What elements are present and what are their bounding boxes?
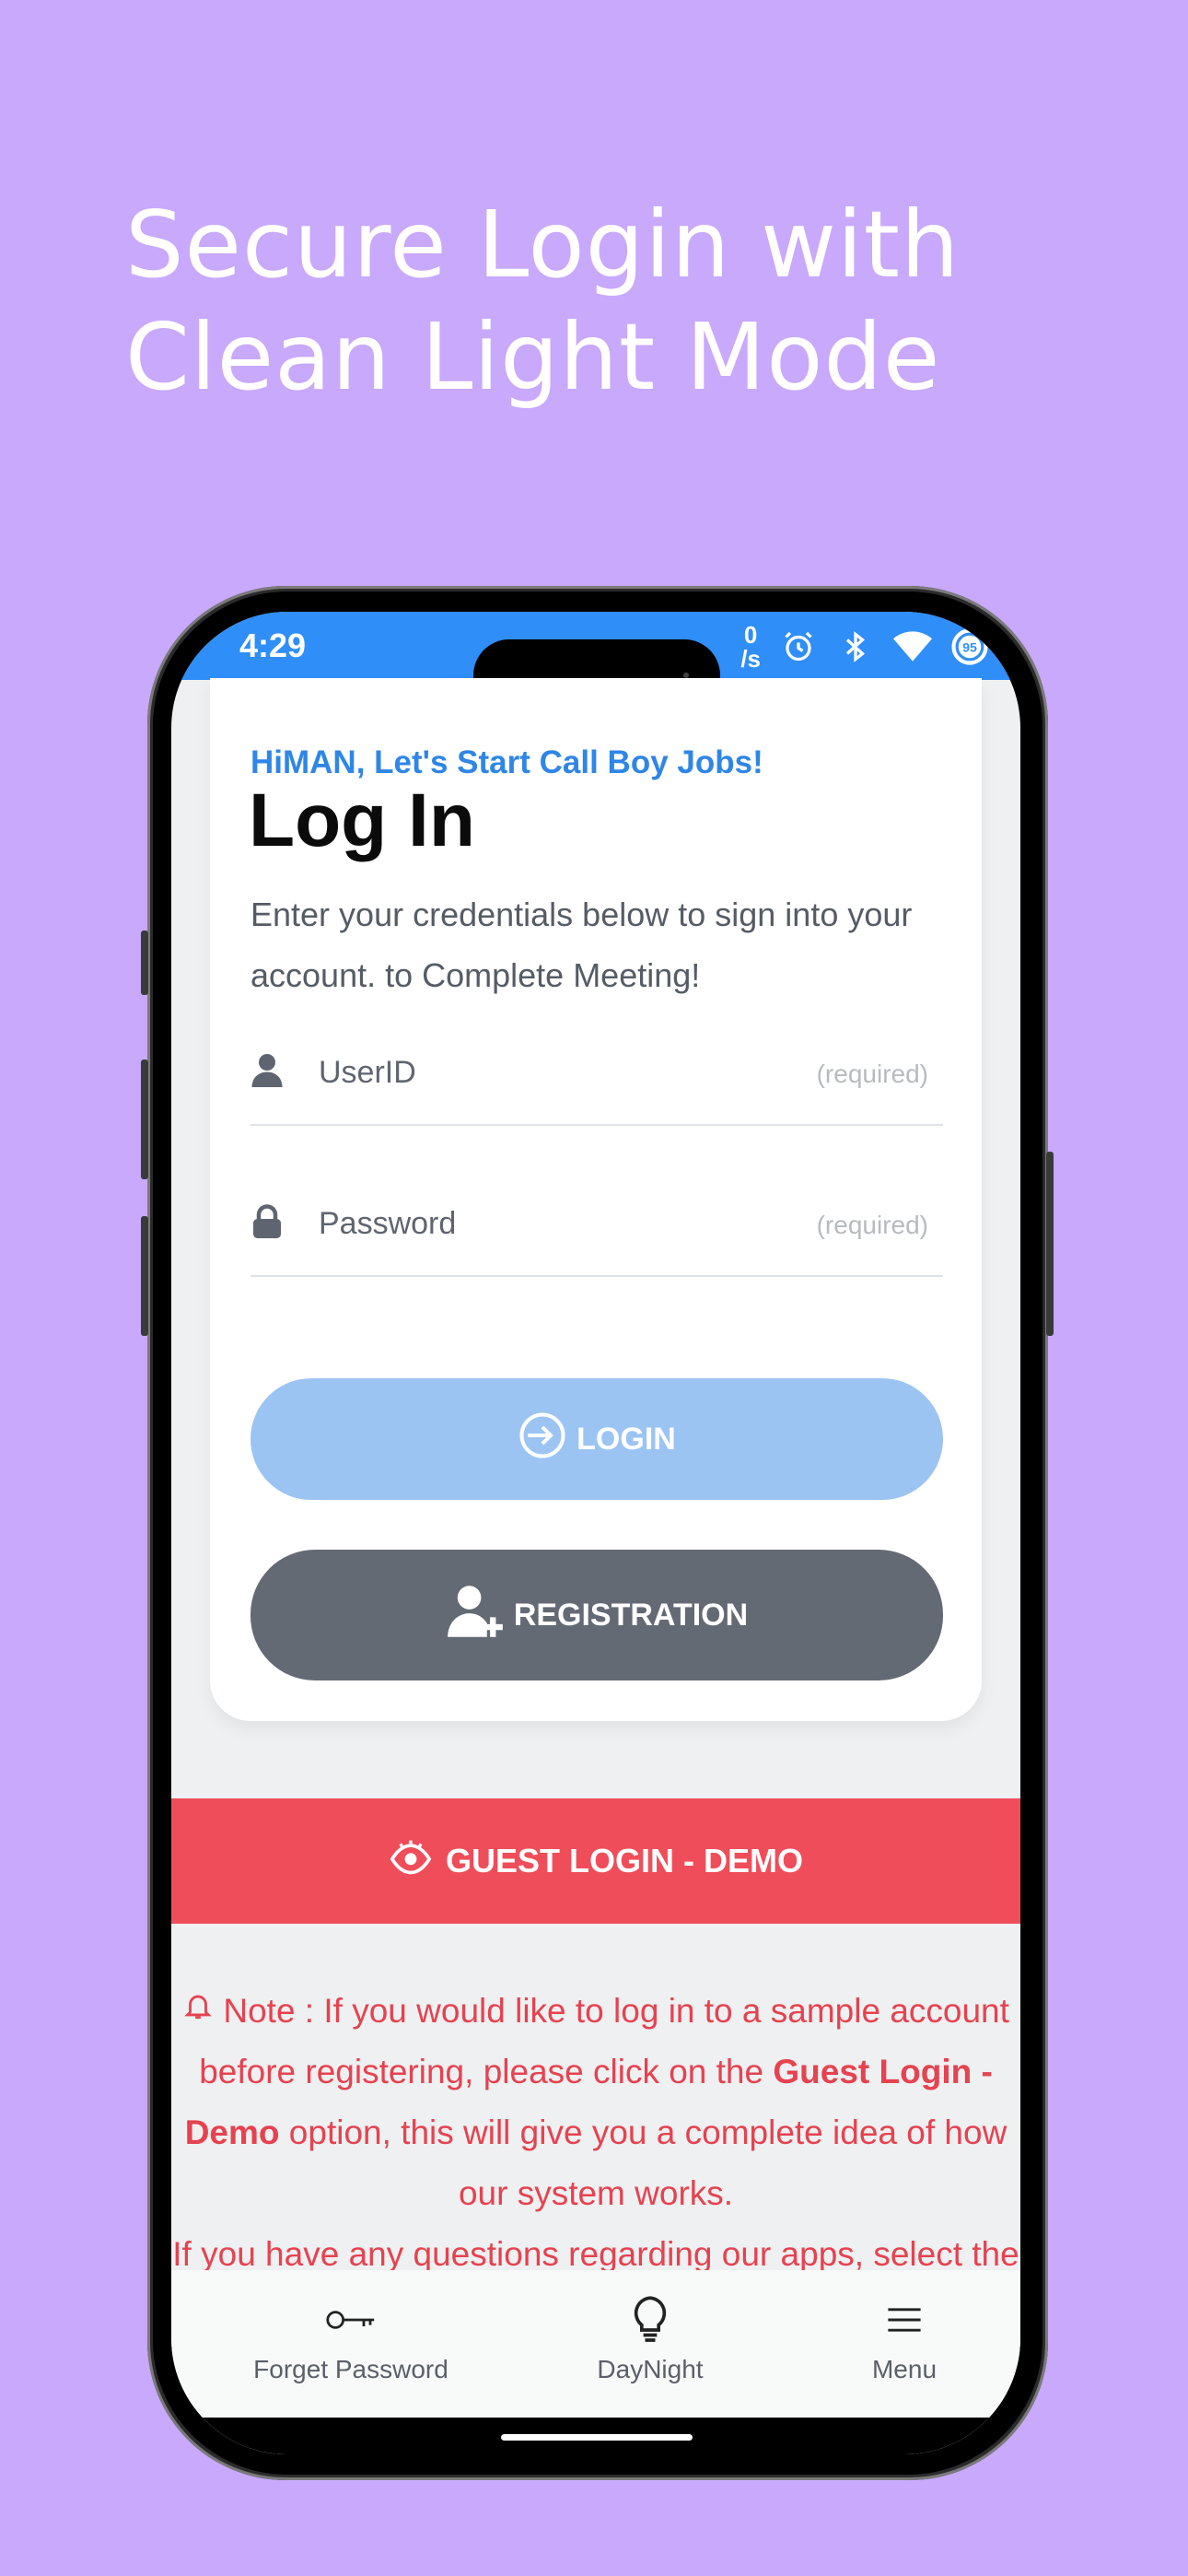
login-card: HiMAN, Let's Start Call Boy Jobs! Log In…	[210, 678, 982, 1721]
headline-line-2: Clean Light Mode	[125, 303, 941, 411]
eye-icon	[389, 1837, 433, 1886]
page-title: Log In	[249, 779, 475, 862]
lock-icon	[250, 1203, 284, 1240]
nav-menu[interactable]: Menu	[849, 2292, 960, 2384]
login-tagline: HiMAN, Let's Start Call Boy Jobs!	[250, 744, 763, 780]
password-input[interactable]	[317, 1196, 799, 1251]
home-indicator[interactable]	[501, 2434, 693, 2441]
add-user-icon	[446, 1583, 505, 1648]
userid-field[interactable]: (required)	[250, 1023, 943, 1126]
wifi-icon	[893, 627, 932, 666]
nav-label: Menu	[871, 2355, 938, 2383]
svg-text:95: 95	[962, 639, 977, 654]
note-suffix: option, this will give you a complete id…	[279, 2113, 1007, 2212]
phone-power-button	[1046, 1152, 1054, 1336]
phone-volume-up	[141, 1060, 148, 1179]
nav-daynight[interactable]: DayNight	[540, 2292, 761, 2384]
login-button-label: LOGIN	[577, 1421, 676, 1457]
password-required-hint: (required)	[816, 1211, 928, 1239]
network-speed: 0 /s	[740, 621, 761, 673]
phone-volume-down	[141, 1216, 148, 1336]
login-icon	[518, 1411, 567, 1469]
headline-line-1: Secure Login with	[125, 191, 961, 299]
bell-icon	[182, 1992, 223, 2030]
status-time: 4:29	[239, 626, 307, 664]
phone-screen: 4:29 0 /s 95 HiMAN, Let's Start Call Boy…	[171, 612, 1020, 2454]
registration-button[interactable]: REGISTRATION	[250, 1550, 943, 1680]
user-icon	[250, 1052, 284, 1089]
phone-side-button	[141, 931, 148, 995]
guest-login-button[interactable]: GUEST LOGIN - DEMO	[171, 1798, 1020, 1924]
guest-login-label: GUEST LOGIN - DEMO	[445, 1842, 803, 1879]
menu-icon	[849, 2292, 960, 2348]
status-icons: 0 /s 95	[740, 623, 989, 671]
nav-label: DayNight	[597, 2355, 704, 2383]
lightbulb-icon	[540, 2292, 761, 2348]
key-icon	[227, 2292, 475, 2348]
promo-headline: Secure Login with Clean Light Mode	[125, 189, 1138, 414]
guest-note: Note : If you would like to log in to a …	[171, 1981, 1020, 2285]
userid-input[interactable]	[317, 1045, 799, 1100]
nav-label: Forget Password	[253, 2355, 448, 2383]
userid-required-hint: (required)	[816, 1060, 928, 1088]
login-button[interactable]: LOGIN	[250, 1378, 943, 1500]
battery-icon: 95	[950, 627, 989, 666]
registration-button-label: REGISTRATION	[513, 1597, 749, 1633]
nav-forget-password[interactable]: Forget Password	[227, 2292, 475, 2384]
password-field[interactable]: (required)	[250, 1174, 943, 1277]
login-description: Enter your credentials below to sign int…	[250, 896, 913, 994]
bluetooth-icon	[836, 627, 875, 666]
alarm-icon	[779, 627, 818, 666]
